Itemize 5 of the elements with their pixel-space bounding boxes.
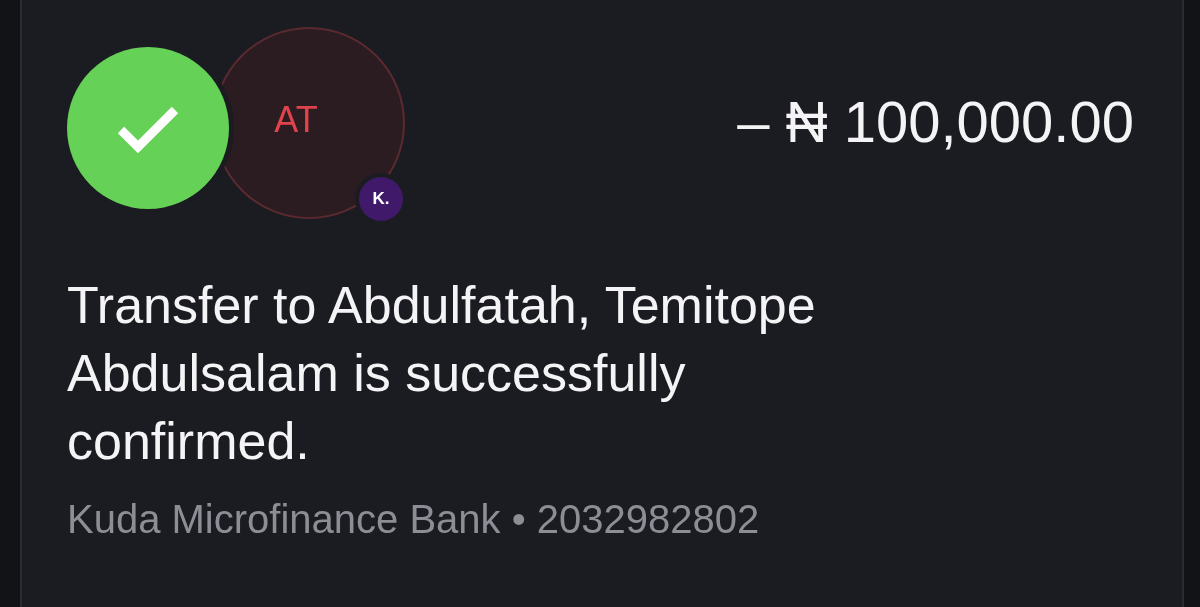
bank-badge: K.: [359, 177, 403, 221]
transfer-message: Transfer to Abdulfatah, Temitope Abdulsalam is successfully confirmed.: [67, 275, 817, 472]
amount: – ₦ 100,000.00: [737, 87, 1134, 155]
bank-details: Kuda Microfinance Bank • 2032982802: [67, 497, 761, 542]
recipient-initials: AT: [274, 99, 318, 141]
